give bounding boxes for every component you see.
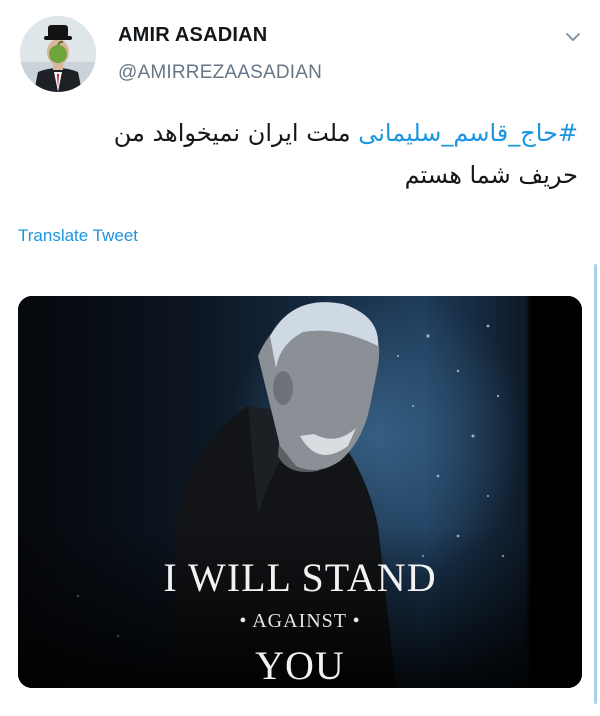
translate-tweet-link[interactable]: Translate Tweet	[18, 226, 138, 246]
tweet-text-segment: ملت ایران نمیخواهد من	[113, 119, 359, 147]
user-handle[interactable]: @AMIRREZAASADIAN	[118, 62, 322, 84]
tweet-text-line-1: #حاج_قاسم_سلیمانی ملت ایران نمیخواهد من	[18, 112, 578, 154]
chevron-down-icon[interactable]	[560, 26, 586, 48]
media-caption-line-3: YOU	[255, 643, 345, 688]
avatar-image	[20, 16, 96, 92]
scroll-indicator[interactable]	[594, 264, 597, 704]
media-caption-line-1: I WILL STAND	[163, 555, 437, 600]
display-name[interactable]: AMIR ASADIAN	[118, 24, 267, 47]
tweet-header: AMIR ASADIAN @AMIRREZAASADIAN	[0, 0, 600, 100]
hashtag-link[interactable]: #حاج_قاسم_سلیمانی	[358, 119, 578, 147]
media-caption-line-2: • AGAINST •	[239, 610, 361, 632]
tweet-media[interactable]: I WILL STAND • AGAINST • YOU	[18, 296, 582, 688]
tweet-text-line-2: حریف شما هستم	[404, 161, 578, 189]
avatar[interactable]	[20, 16, 96, 92]
tweet-text: #حاج_قاسم_سلیمانی ملت ایران نمیخواهد من …	[18, 112, 578, 196]
